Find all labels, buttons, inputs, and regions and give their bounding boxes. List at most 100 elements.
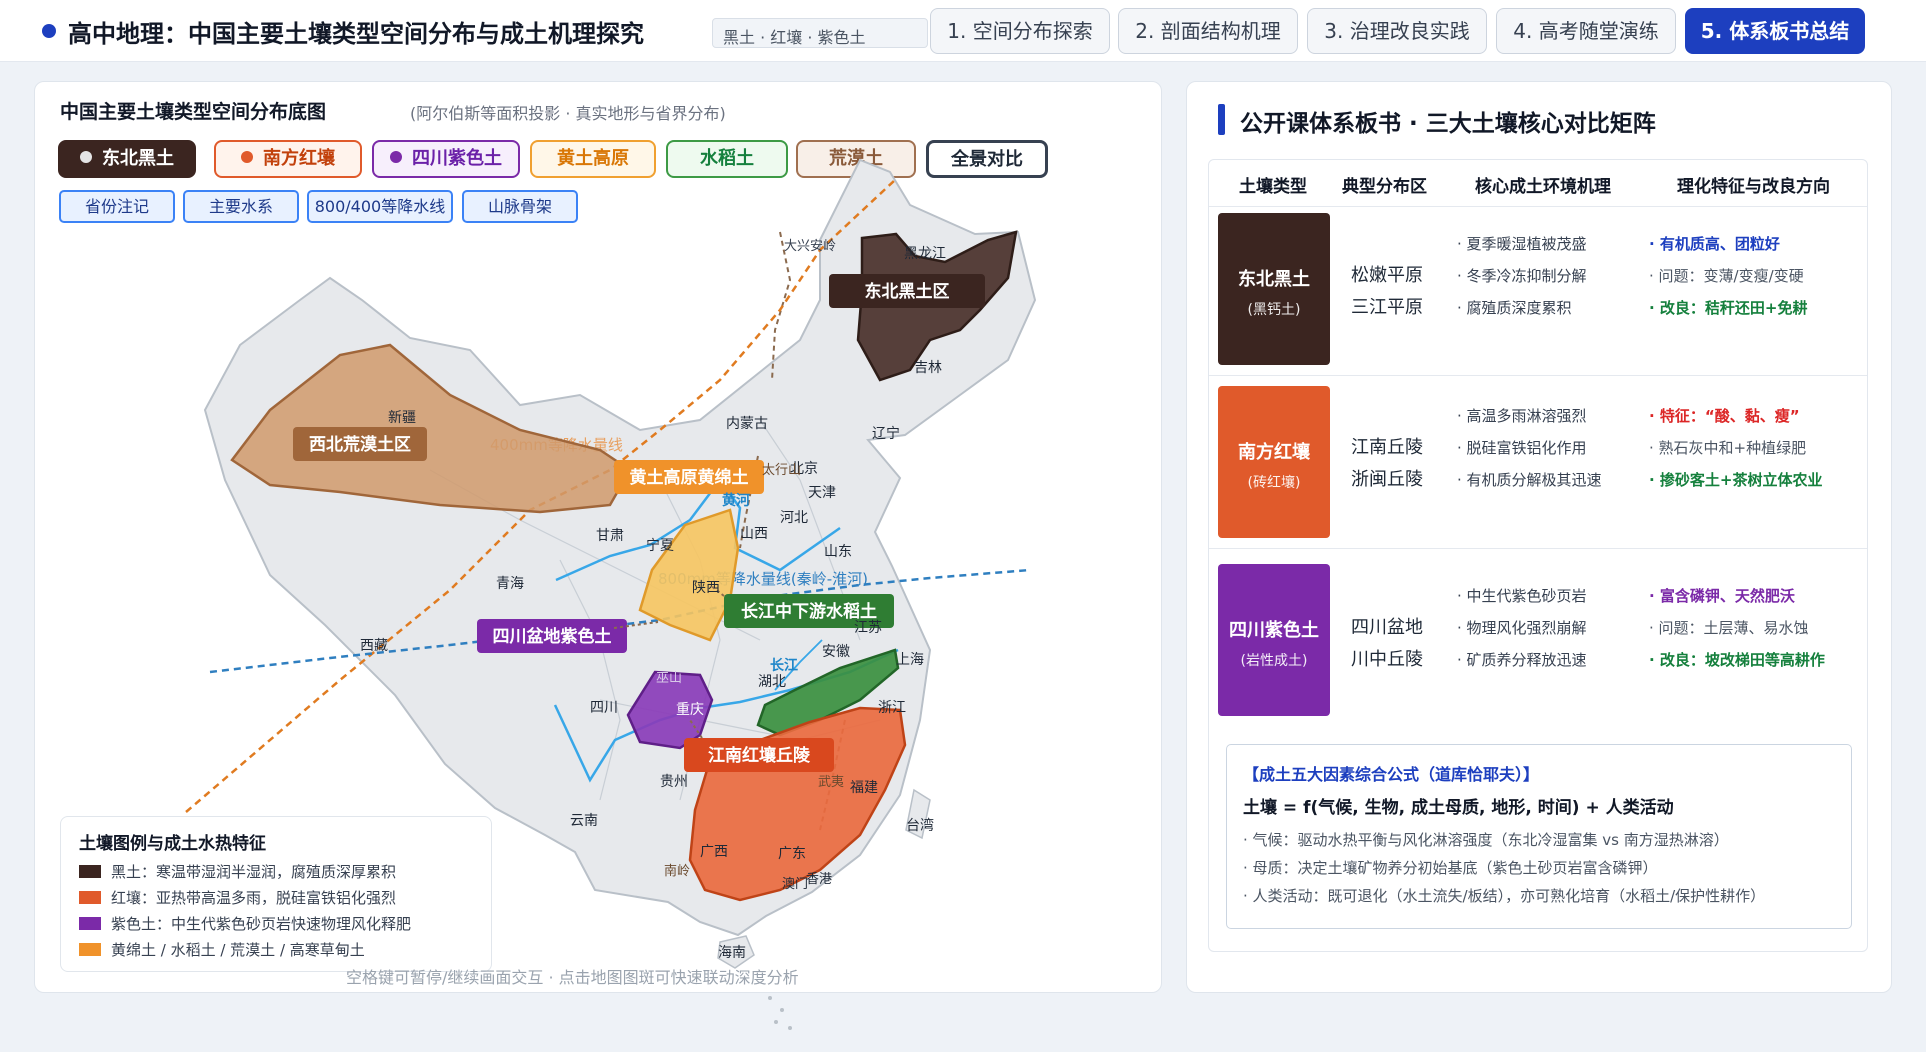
feature-text: · 特征：“酸、黏、瘦” (1649, 407, 1800, 425)
province-label: 上海 (896, 652, 924, 668)
legend-swatch (79, 917, 101, 930)
province-label: 重庆 (676, 702, 704, 718)
region-text: 川中丘陵 (1351, 649, 1423, 670)
soil-formula-box: 【成土五大因素综合公式（道库恰耶夫）】 土壤 = f(气候, 生物, 成土母质,… (1226, 744, 1852, 929)
feature-cell: · 特征：“酸、黏、瘦” · 熟石灰中和+种植绿肥 · 掺砂客土+茶树立体农业 (1649, 400, 1823, 496)
row-divider (1209, 206, 1867, 207)
comparison-matrix: 土壤类型 典型分布区 核心成土环境机理 理化特征与改良方向 东北黑土 (黑钙土)… (1208, 159, 1868, 952)
province-label: 天津 (808, 485, 836, 501)
mechanism-text: · 脱硅富铁铝化作用 (1457, 439, 1587, 457)
province-label: 宁夏 (646, 537, 674, 554)
province-label: 贵州 (660, 774, 688, 790)
region-cell: 江南丘陵 浙闽丘陵 (1351, 432, 1423, 496)
header-soil-type: 土壤类型 (1239, 177, 1307, 197)
province-label: 大兴安岭 (784, 239, 836, 254)
province-label: 广东 (778, 846, 806, 862)
province-label: 南岭 (664, 863, 690, 879)
province-label: 浙江 (878, 700, 906, 716)
soil-badge-sub: (岩性成土) (1240, 653, 1308, 669)
region-text: 三江平原 (1351, 297, 1423, 318)
province-label: 吉林 (914, 360, 942, 376)
province-label: 福建 (850, 780, 878, 796)
soil-badge-zise[interactable]: 四川紫色土 (岩性成土) (1218, 564, 1330, 716)
feature-cell: · 有机质高、团粒好 · 问题：变薄/变瘦/变硬 · 改良：秸秆还田+免耕 (1649, 228, 1808, 324)
province-label: 陕西 (692, 580, 720, 596)
feature-text: · 熟石灰中和+种植绿肥 (1649, 439, 1807, 457)
zone-label-desert[interactable]: 西北荒漠土区 (309, 434, 411, 455)
header-features: 理化特征与改良方向 (1677, 177, 1830, 197)
zone-label-red[interactable]: 江南红壤丘陵 (708, 745, 811, 766)
region-text: 江南丘陵 (1351, 437, 1423, 458)
south-sea-island (774, 1020, 778, 1024)
interaction-hint: 空格键可暂停/继续画面交互 · 点击地图图斑可快速联动深度分析 (346, 968, 799, 987)
province-label: 海南 (718, 945, 746, 961)
formula-line: · 人类活动：既可退化（水土流失/板结），亦可熟化培育（水稻土/保护性耕作） (1243, 887, 1766, 905)
province-label: 巫山 (656, 671, 682, 686)
formula-main: 土壤 = f(气候, 生物, 成土母质, 地形, 时间) + 人类活动 (1243, 798, 1674, 818)
province-label: 广西 (700, 844, 728, 860)
river-label-huanghe: 黄河 (722, 492, 750, 509)
south-sea-island (768, 996, 772, 1000)
feature-text: · 改良：秸秆还田+免耕 (1649, 299, 1808, 317)
feature-text: · 改良：坡改梯田等高耕作 (1649, 651, 1825, 669)
province-label: 内蒙古 (726, 416, 768, 432)
mechanism-cell: · 夏季暖湿植被茂盛 · 冬季冷冻抑制分解 · 腐殖质深度累积 (1457, 228, 1587, 324)
mechanism-text: · 有机质分解极其迅速 (1457, 471, 1602, 489)
mechanism-text: · 矿质养分释放迅速 (1457, 651, 1587, 669)
mechanism-text: · 中生代紫色砂页岩 (1457, 587, 1587, 605)
province-label: 山东 (824, 544, 852, 560)
province-label: 武夷 (818, 774, 844, 790)
soil-badge-hongrang[interactable]: 南方红壤 (砖红壤) (1218, 386, 1330, 538)
soil-badge-sub: (黑钙土) (1247, 302, 1301, 318)
mechanism-cell: · 高温多雨淋溶强烈 · 脱硅富铁铝化作用 · 有机质分解极其迅速 (1457, 400, 1602, 496)
zone-label-purple[interactable]: 四川盆地紫色土 (493, 626, 612, 647)
province-label: 云南 (570, 813, 598, 829)
region-cell: 四川盆地 川中丘陵 (1351, 612, 1423, 676)
province-label: 青海 (496, 576, 524, 592)
province-label: 澳门 (782, 876, 808, 892)
province-label: 江苏 (854, 620, 882, 636)
legend-text: 红壤：亚热带高温多雨，脱硅富铁铝化强烈 (111, 889, 397, 907)
legend-text: 黑土：寒温带湿润半湿润，腐殖质深厚累积 (111, 863, 397, 881)
province-label: 新疆 (388, 410, 416, 426)
feature-text: · 富含磷钾、天然肥沃 (1649, 587, 1795, 605)
legend-text: 紫色土：中生代紫色砂页岩快速物理风化释肥 (111, 915, 412, 933)
mechanism-text: · 夏季暖湿植被茂盛 (1457, 235, 1587, 253)
south-sea-island (788, 1026, 792, 1030)
soil-legend: 土壤图例与成土水热特征 黑土：寒温带湿润半湿润，腐殖质深厚累积 红壤：亚热带高温… (60, 816, 492, 972)
mechanism-text: · 高温多雨淋溶强烈 (1457, 407, 1587, 425)
zone-label-loess[interactable]: 黄土高原黄绵土 (630, 467, 749, 488)
header-mechanism: 核心成土环境机理 (1475, 177, 1611, 197)
legend-text: 黄绵土 / 水稻土 / 荒漠土 / 高寒草甸土 (111, 941, 365, 959)
row-divider (1209, 548, 1867, 549)
province-label: 辽宁 (872, 425, 900, 442)
province-label: 西藏 (360, 638, 388, 654)
feature-text: · 掺砂客土+茶树立体农业 (1649, 471, 1823, 489)
province-label: 太行山 (762, 463, 801, 478)
province-label: 四川 (590, 700, 618, 716)
mechanism-text: · 冬季冷冻抑制分解 (1457, 267, 1587, 285)
legend-title: 土壤图例与成土水热特征 (79, 834, 266, 854)
zone-label-paddy[interactable]: 长江中下游水稻土 (741, 601, 877, 622)
region-text: 四川盆地 (1351, 617, 1423, 638)
legend-swatch (79, 891, 101, 904)
legend-swatch (79, 943, 101, 956)
mechanism-cell: · 中生代紫色砂页岩 · 物理风化强烈崩解 · 矿质养分释放迅速 (1457, 580, 1587, 676)
soil-badge-heitu[interactable]: 东北黑土 (黑钙土) (1218, 213, 1330, 365)
province-label: 山西 (740, 526, 768, 542)
province-label: 甘肃 (596, 528, 624, 544)
feature-text: · 有机质高、团粒好 (1649, 235, 1780, 253)
region-text: 松嫩平原 (1351, 265, 1423, 286)
soil-badge-name: 四川紫色土 (1229, 620, 1319, 641)
region-cell: 松嫩平原 三江平原 (1351, 260, 1423, 324)
board-title: 公开课体系板书 · 三大土壤核心对比矩阵 (1240, 111, 1656, 137)
zone-label-heitu[interactable]: 东北黑土区 (865, 281, 950, 302)
legend-item-others: 黄绵土 / 水稻土 / 荒漠土 / 高寒草甸土 (79, 939, 365, 960)
soil-badge-name: 东北黑土 (1238, 269, 1310, 290)
province-label: 河北 (780, 510, 808, 526)
province-label: 湖北 (758, 674, 786, 690)
mechanism-text: · 物理风化强烈崩解 (1457, 619, 1587, 637)
south-sea-island (780, 1008, 784, 1012)
feature-text: · 问题：土层薄、易水蚀 (1649, 619, 1809, 637)
legend-item-zise: 紫色土：中生代紫色砂页岩快速物理风化释肥 (79, 913, 411, 934)
